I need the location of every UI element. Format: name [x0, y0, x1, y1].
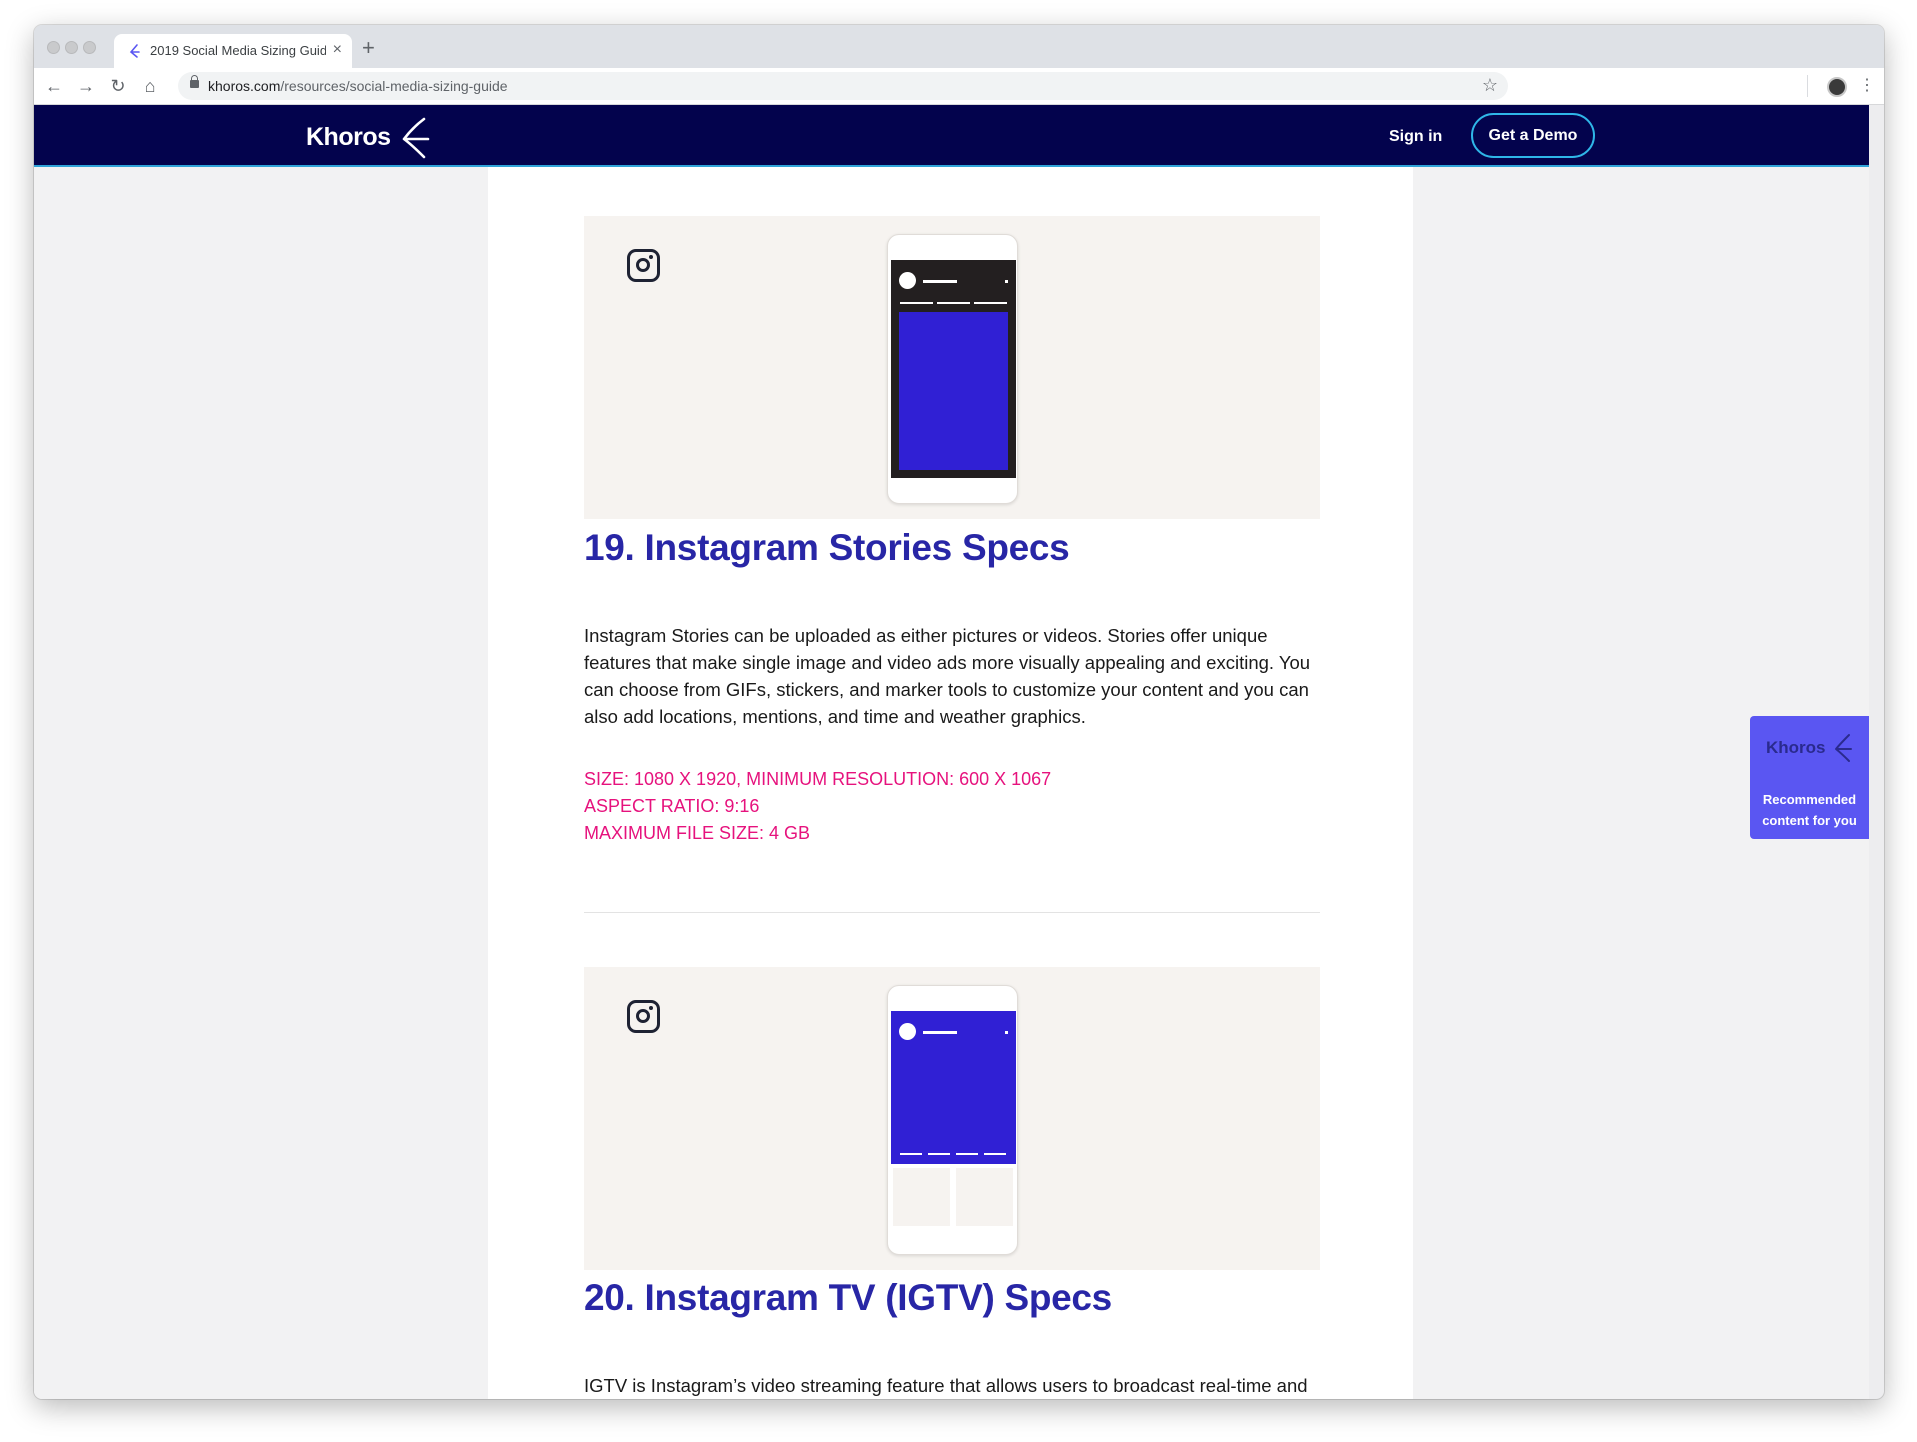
- khoros-logo[interactable]: Khoros: [306, 117, 436, 159]
- home-icon[interactable]: ⌂: [140, 76, 160, 96]
- logo-text: Khoros: [306, 123, 391, 151]
- url-text: khoros.com/resources/social-media-sizing…: [208, 78, 508, 94]
- recommended-content-widget[interactable]: Khoros Recommended content for you: [1750, 716, 1869, 839]
- instagram-icon: [627, 249, 660, 282]
- phone-screen: [891, 1011, 1016, 1164]
- lock-icon: [190, 75, 199, 88]
- phone-mockup: [887, 985, 1018, 1255]
- khoros-mark-icon: [402, 117, 430, 159]
- minimize-window-button[interactable]: [65, 41, 78, 54]
- profile-avatar[interactable]: [1827, 77, 1847, 97]
- widget-label: Recommended content for you: [1762, 792, 1857, 828]
- igtv-illustration: [584, 967, 1320, 1270]
- article-content: 19. Instagram Stories Specs Instagram St…: [488, 167, 1413, 1399]
- phone-screen: [891, 260, 1016, 478]
- maximize-window-button[interactable]: [83, 41, 96, 54]
- url-path: /resources/social-media-sizing-guide: [280, 78, 508, 94]
- tab-close-icon[interactable]: ×: [333, 40, 342, 60]
- reload-icon[interactable]: ↻: [108, 76, 128, 96]
- stories-illustration: [584, 216, 1320, 519]
- section-20-title: 20. Instagram TV (IGTV) Specs: [584, 1277, 1112, 1318]
- section-divider: [584, 912, 1320, 913]
- section-19-body: Instagram Stories can be uploaded as eit…: [584, 625, 1311, 727]
- tab-title: 2019 Social Media Sizing Guide: [150, 43, 326, 58]
- back-icon[interactable]: ←: [44, 76, 64, 96]
- address-bar[interactable]: khoros.com/resources/social-media-sizing…: [178, 72, 1508, 100]
- spec-size: SIZE: 1080 X 1920, MINIMUM RESOLUTION: 6…: [584, 769, 1052, 789]
- page-body: 19. Instagram Stories Specs Instagram St…: [34, 167, 1869, 1399]
- bookmark-star-icon[interactable]: ☆: [1482, 75, 1498, 96]
- url-host: khoros.com: [208, 78, 281, 94]
- instagram-icon: [627, 1000, 660, 1033]
- tab-strip: 2019 Social Media Sizing Guide × +: [34, 25, 1884, 68]
- site-header: Khoros Sign in Get a Demo: [34, 105, 1869, 167]
- browser-menu-icon[interactable]: ⋮: [1859, 76, 1875, 96]
- browser-window: 2019 Social Media Sizing Guide × + ← → ↻…: [34, 25, 1884, 1399]
- khoros-favicon-icon: [129, 44, 140, 58]
- spec-file-size: MAXIMUM FILE SIZE: 4 GB: [584, 823, 811, 843]
- browser-tab[interactable]: 2019 Social Media Sizing Guide ×: [114, 34, 352, 68]
- forward-icon[interactable]: →: [76, 76, 96, 96]
- khoros-mark-icon: [1835, 734, 1852, 762]
- phone-mockup: [887, 234, 1018, 504]
- sign-in-link[interactable]: Sign in: [1389, 128, 1442, 146]
- toolbar-separator: [1807, 75, 1808, 97]
- browser-toolbar: ← → ↻ ⌂ khoros.com/resources/social-medi…: [34, 68, 1884, 105]
- new-tab-button[interactable]: +: [362, 37, 375, 59]
- spec-aspect-ratio: ASPECT RATIO: 9:16: [584, 796, 760, 816]
- widget-logo-text: Khoros: [1766, 738, 1826, 757]
- close-window-button[interactable]: [47, 41, 60, 54]
- section-19-title: 19. Instagram Stories Specs: [584, 527, 1070, 568]
- get-a-demo-button[interactable]: Get a Demo: [1471, 113, 1595, 158]
- section-20-body: IGTV is Instagram’s video streaming feat…: [584, 1375, 1308, 1396]
